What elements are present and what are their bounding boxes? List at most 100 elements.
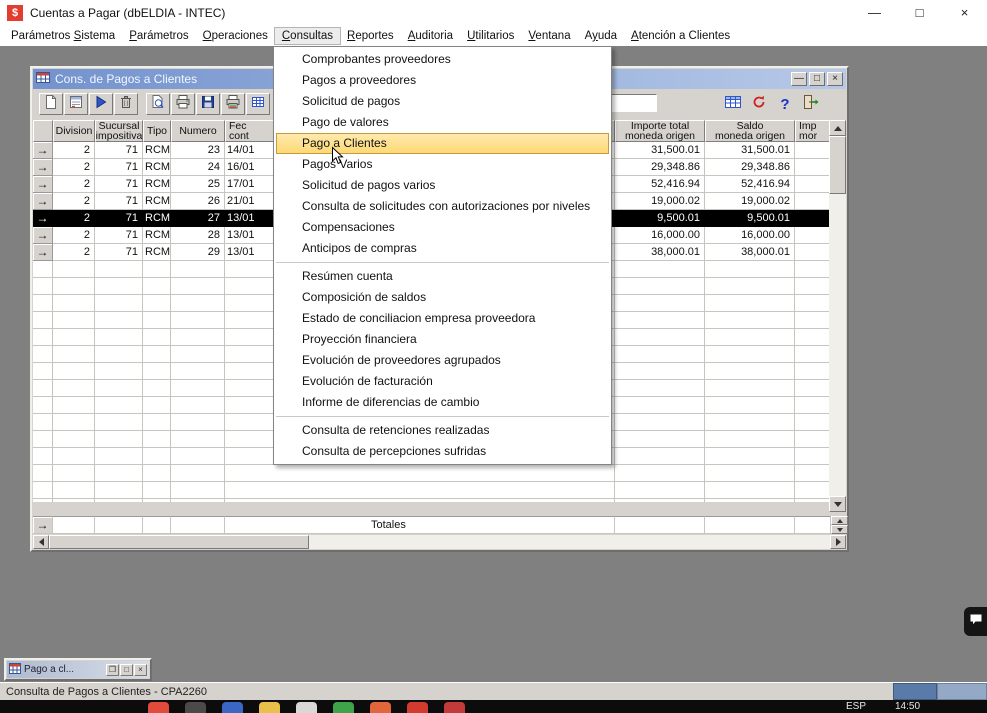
menu-item[interactable]: Proyección financiera: [274, 329, 611, 350]
vertical-scrollbar[interactable]: [829, 120, 846, 512]
minimize-button[interactable]: —: [852, 0, 897, 26]
menubar-item[interactable]: Auditoria: [401, 28, 460, 44]
cell-saldo[interactable]: 9,500.01: [705, 210, 795, 227]
menubar-item[interactable]: Parámetros Sistema: [4, 28, 122, 44]
minimized-titlebar[interactable]: Pago a cl... ❐ □ ×: [7, 661, 149, 678]
refresh-button[interactable]: [749, 93, 769, 115]
cell-division[interactable]: 2: [53, 176, 95, 193]
cell-division[interactable]: 2: [53, 244, 95, 261]
taskbar-app-icon[interactable]: [259, 702, 280, 713]
exit-button[interactable]: [801, 93, 821, 115]
cell-tipo[interactable]: RCM: [143, 142, 171, 159]
grid-empty-row[interactable]: [33, 465, 831, 482]
close-button[interactable]: ×: [942, 0, 987, 26]
cell-importe-moneda[interactable]: [795, 210, 831, 227]
menu-item[interactable]: Composición de saldos: [274, 287, 611, 308]
edit-button[interactable]: [64, 93, 88, 115]
cell-importe[interactable]: 31,500.01: [615, 142, 705, 159]
menu-item[interactable]: Consulta de percepciones sufridas: [274, 441, 611, 462]
minimized-close-button[interactable]: ×: [134, 664, 147, 676]
scroll-up-button[interactable]: [829, 120, 846, 136]
header-sucursal[interactable]: Sucursalimpositiva: [95, 120, 143, 142]
taskbar-app-icon[interactable]: [296, 702, 317, 713]
cell-sucursal[interactable]: 71: [95, 142, 143, 159]
grid-empty-row[interactable]: [33, 499, 831, 502]
child-maximize-button[interactable]: □: [809, 72, 825, 86]
cell-saldo[interactable]: 52,416.94: [705, 176, 795, 193]
menu-item[interactable]: Consulta de retenciones realizadas: [274, 420, 611, 441]
delete-button[interactable]: [114, 93, 138, 115]
taskbar-app-icon[interactable]: [444, 702, 465, 713]
taskbar[interactable]: ESP 14:50: [0, 700, 987, 713]
header-importe-moneda[interactable]: Impmor: [795, 120, 831, 142]
cell-importe-moneda[interactable]: [795, 142, 831, 159]
cell-tipo[interactable]: RCM: [143, 176, 171, 193]
cell-saldo[interactable]: 19,000.02: [705, 193, 795, 210]
menubar-item[interactable]: Utilitarios: [460, 28, 521, 44]
cell-tipo[interactable]: RCM: [143, 193, 171, 210]
scroll-left-button[interactable]: [33, 535, 49, 549]
run-button[interactable]: [89, 93, 113, 115]
cell-division[interactable]: 2: [53, 159, 95, 176]
menu-item[interactable]: Compensaciones: [274, 217, 611, 238]
chat-overlay-button[interactable]: [964, 607, 987, 636]
menu-item[interactable]: Evolución de facturación: [274, 371, 611, 392]
cell-saldo[interactable]: 16,000.00: [705, 227, 795, 244]
menubar-item[interactable]: Reportes: [340, 28, 401, 44]
cell-numero[interactable]: 29: [171, 244, 225, 261]
menubar-item[interactable]: Consultas: [275, 28, 340, 44]
cell-importe[interactable]: 38,000.01: [615, 244, 705, 261]
cell-saldo[interactable]: 31,500.01: [705, 142, 795, 159]
header-saldo[interactable]: Saldomoneda origen: [705, 120, 795, 142]
cell-tipo[interactable]: RCM: [143, 210, 171, 227]
menu-item[interactable]: Solicitud de pagos: [274, 91, 611, 112]
cell-importe[interactable]: 16,000.00: [615, 227, 705, 244]
menubar-item[interactable]: Parámetros: [122, 28, 195, 44]
cell-numero[interactable]: 28: [171, 227, 225, 244]
cell-sucursal[interactable]: 71: [95, 159, 143, 176]
save-button[interactable]: [196, 93, 220, 115]
cell-importe[interactable]: 29,348.86: [615, 159, 705, 176]
menu-item[interactable]: Pago a Clientes: [276, 133, 609, 154]
menu-item[interactable]: Pagos a proveedores: [274, 70, 611, 91]
cell-numero[interactable]: 24: [171, 159, 225, 176]
print-button[interactable]: [171, 93, 195, 115]
header-tipo[interactable]: Tipo: [143, 120, 171, 142]
cell-importe[interactable]: 52,416.94: [615, 176, 705, 193]
taskbar-app-icon[interactable]: [370, 702, 391, 713]
header-division[interactable]: Division: [53, 120, 95, 142]
cell-importe-moneda[interactable]: [795, 176, 831, 193]
taskbar-app-icon[interactable]: [148, 702, 169, 713]
vertical-scroll-thumb[interactable]: [829, 136, 846, 194]
cell-sucursal[interactable]: 71: [95, 227, 143, 244]
cell-division[interactable]: 2: [53, 210, 95, 227]
cell-importe-moneda[interactable]: [795, 159, 831, 176]
maximize-button[interactable]: □: [897, 0, 942, 26]
child-close-button[interactable]: ×: [827, 72, 843, 86]
scroll-down-button[interactable]: [829, 496, 846, 512]
child-minimize-button[interactable]: —: [791, 72, 807, 86]
cell-importe-moneda[interactable]: [795, 244, 831, 261]
help-button[interactable]: ?: [775, 93, 795, 115]
menu-item[interactable]: Comprobantes proveedores: [274, 49, 611, 70]
cell-importe-moneda[interactable]: [795, 227, 831, 244]
cell-sucursal[interactable]: 71: [95, 210, 143, 227]
cell-division[interactable]: 2: [53, 142, 95, 159]
scroll-right-button[interactable]: [830, 535, 846, 549]
cell-sucursal[interactable]: 71: [95, 176, 143, 193]
cell-numero[interactable]: 26: [171, 193, 225, 210]
taskbar-language[interactable]: ESP: [846, 701, 866, 712]
menu-item[interactable]: Resúmen cuenta: [274, 266, 611, 287]
taskbar-app-icon[interactable]: [407, 702, 428, 713]
cell-numero[interactable]: 25: [171, 176, 225, 193]
taskbar-clock[interactable]: 14:50: [895, 701, 920, 712]
cell-sucursal[interactable]: 71: [95, 244, 143, 261]
grid-empty-row[interactable]: [33, 482, 831, 499]
minimized-restore-button[interactable]: ❐: [106, 664, 119, 676]
cell-tipo[interactable]: RCM: [143, 244, 171, 261]
cell-importe[interactable]: 9,500.01: [615, 210, 705, 227]
cell-saldo[interactable]: 38,000.01: [705, 244, 795, 261]
cell-sucursal[interactable]: 71: [95, 193, 143, 210]
menubar-item[interactable]: Ayuda: [578, 28, 624, 44]
preview-button[interactable]: [146, 93, 170, 115]
